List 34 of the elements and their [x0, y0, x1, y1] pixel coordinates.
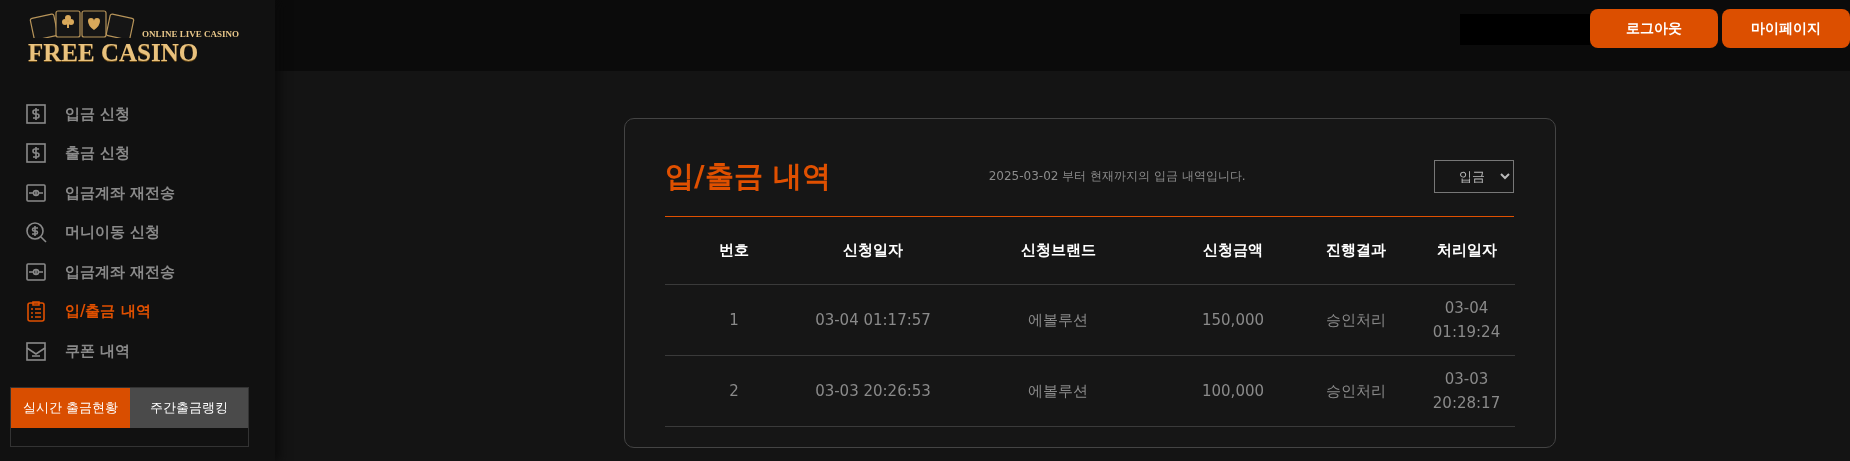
- column-header: 신청일자: [803, 216, 943, 285]
- table-cell: 에볼루션: [943, 355, 1173, 427]
- column-header: 신청브랜드: [943, 216, 1173, 285]
- menu-item[interactable]: 출금 신청: [0, 133, 275, 173]
- table-cell: 승인처리: [1293, 284, 1418, 356]
- logout-button[interactable]: 로그아웃: [1590, 9, 1718, 48]
- logo-text: FREE CASINO: [28, 40, 200, 65]
- menu-item[interactable]: 입금계좌 재전송: [0, 252, 275, 292]
- table-cell: 03-04 01:17:57: [803, 284, 943, 356]
- mypage-button[interactable]: 마이페이지: [1722, 9, 1850, 48]
- menu-item[interactable]: 머니이동 신청: [0, 212, 275, 252]
- panel-title: 입/출금 내역: [665, 159, 831, 194]
- date-notice: 2025-03-02 부터 현재까지의 입금 내역입니다.: [988, 168, 1246, 186]
- column-header: 신청금액: [1173, 216, 1293, 285]
- menu-item[interactable]: 입/출금 내역: [0, 291, 275, 331]
- table-cell: 100,000: [1173, 355, 1293, 427]
- table-cell: 150,000: [1173, 284, 1293, 356]
- table-cell: 1: [665, 284, 803, 356]
- menu-item[interactable]: 입금 신청: [0, 94, 275, 134]
- type-select[interactable]: 입금: [1434, 159, 1514, 193]
- table-cell: 에볼루션: [943, 284, 1173, 356]
- table-cell: 2: [665, 355, 803, 427]
- menu-item[interactable]: 쿠폰 내역: [0, 331, 275, 371]
- logo-tagline: ONLINE LIVE CASINO: [142, 30, 241, 39]
- ranking-tab[interactable]: 실시간 출금현황: [11, 387, 130, 428]
- column-header: 진행결과: [1293, 216, 1418, 285]
- table-cell: 03-03 20:26:53: [803, 355, 943, 427]
- menu-item[interactable]: 입금계좌 재전송: [0, 173, 275, 213]
- column-header: 번호: [665, 216, 803, 285]
- table-cell: 03-03 20:28:17: [1418, 355, 1515, 427]
- column-header: 처리일자: [1418, 216, 1515, 285]
- table-cell: 승인처리: [1293, 355, 1418, 427]
- table-cell: 03-04 01:19:24: [1418, 284, 1515, 356]
- ranking-tab[interactable]: 주간출금랭킹: [129, 387, 248, 428]
